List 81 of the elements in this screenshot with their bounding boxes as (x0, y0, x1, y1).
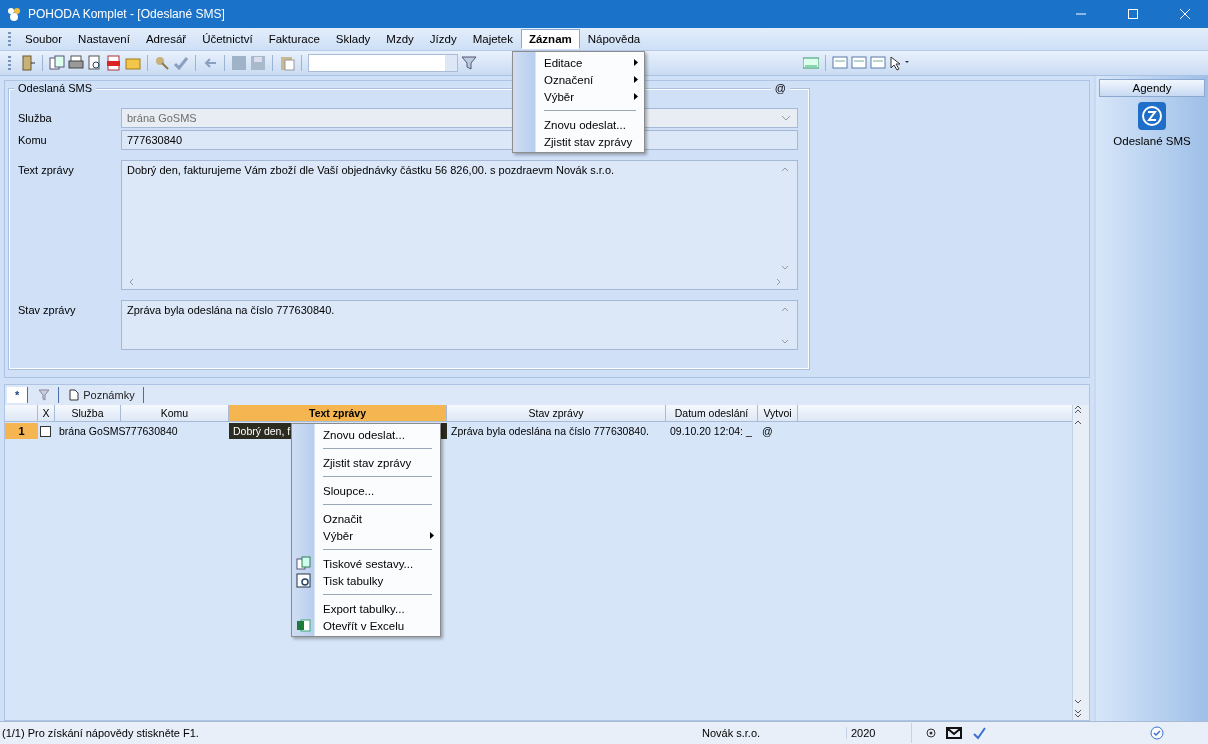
submenu-arrow-icon (634, 76, 638, 83)
door-icon[interactable] (20, 55, 36, 71)
notes-tab[interactable]: Poznámky (61, 387, 144, 403)
menu-item[interactable]: Tisk tabulky (292, 572, 440, 589)
folder-icon[interactable] (125, 55, 141, 71)
menu-item[interactable]: Sklady (327, 29, 379, 49)
menu-item[interactable]: Soubor (17, 29, 71, 49)
close-icon[interactable] (1180, 9, 1190, 19)
window-icon[interactable] (851, 55, 867, 71)
documents-icon[interactable] (49, 55, 65, 71)
submenu-arrow-icon (634, 59, 638, 66)
table-cell-text: Zpráva byla odeslána na číslo 777630840. (450, 424, 650, 439)
menu-item[interactable]: Zjistit stav zprávy (513, 133, 644, 150)
envelope-icon (946, 727, 962, 739)
comment-icon[interactable] (870, 55, 886, 71)
app-logo-icon (6, 6, 22, 22)
field-value: Zpráva byla odeslána na číslo 777630840. (127, 304, 335, 316)
menu-item[interactable]: Záznam (520, 29, 580, 49)
scroll-top-icon[interactable] (1073, 405, 1083, 415)
column-header[interactable]: Text zprávy (229, 405, 447, 421)
table-cell-text: 09.10.20 12:04: _ (669, 424, 753, 439)
help-icon[interactable] (889, 55, 911, 71)
menu-item[interactable]: Účetnictví (194, 29, 261, 49)
menu-item[interactable]: Adresář (137, 29, 195, 49)
print-preview-icon (296, 573, 311, 588)
table-cell-text: @ (761, 424, 774, 439)
menu-item[interactable]: Nastavení (70, 29, 138, 49)
accounting-year: 2020 (846, 727, 911, 739)
row-number: 1 (5, 423, 38, 439)
toolbar-combo-field[interactable] (308, 54, 458, 72)
menu-item[interactable]: Jízdy (421, 29, 465, 49)
new-record-tab[interactable]: * (7, 387, 29, 403)
status-message: (1/1) Pro získání nápovědy stiskněte F1. (1, 727, 200, 739)
maximize-icon[interactable] (1128, 9, 1138, 19)
menu-item[interactable]: Otevřít v Excelu (292, 617, 440, 634)
comment-icon[interactable] (832, 55, 848, 71)
field-label: Text zprávy (18, 163, 75, 178)
checkmark-icon[interactable] (173, 55, 189, 71)
menu-item[interactable]: Mzdy (378, 29, 422, 49)
column-header[interactable]: Stav zprávy (447, 405, 666, 421)
check-circle-icon (1150, 726, 1164, 740)
spreadsheet-icon (296, 618, 311, 633)
menu-item[interactable]: Fakturace (260, 29, 328, 49)
menu-item[interactable]: Výběr (513, 88, 644, 105)
column-header[interactable]: Služba (55, 405, 121, 421)
menu-item[interactable]: Označení (513, 71, 644, 88)
menu-item[interactable]: Výběr (292, 527, 440, 544)
menu-item[interactable]: Export tabulky... (292, 600, 440, 617)
agenda-header: Agendy (1099, 79, 1205, 97)
preview-icon[interactable] (87, 55, 103, 71)
menu-item[interactable]: Sloupce... (292, 482, 440, 499)
field-label: Služba (18, 111, 53, 126)
printer-icon[interactable] (68, 55, 84, 71)
field-value: Dobrý den, fakturujeme Vám zboží dle Vaší objednávky částku 56 826,00. s pozdraevm Novák s.r.o. (127, 164, 615, 176)
group-title: Odeslaná SMS (14, 82, 96, 94)
column-header[interactable]: Datum odeslání (666, 405, 758, 421)
menu-item[interactable]: Editace (513, 54, 644, 71)
field-value: 777630840 (127, 134, 183, 146)
scroll-bottom-icon[interactable] (1073, 708, 1083, 718)
window-title: POHODA Komplet - [Odeslané SMS] (28, 7, 226, 21)
column-header[interactable]: X (38, 405, 55, 421)
submenu-arrow-icon (430, 532, 434, 539)
field-label: Komu (18, 133, 48, 148)
column-header[interactable]: Vytvoi (758, 405, 798, 421)
menu-item[interactable]: Zjistit stav zprávy (292, 454, 440, 471)
submenu-arrow-icon (634, 93, 638, 100)
menu-item[interactable]: Majetek (464, 29, 521, 49)
menu-item[interactable]: Tiskové sestavy... (292, 555, 440, 572)
menu-item[interactable]: Označit (292, 510, 440, 527)
checkbox[interactable] (40, 426, 51, 437)
email-marker: @ (770, 82, 790, 94)
menu-item[interactable]: Nápověda (579, 29, 649, 49)
filter-icon[interactable] (38, 389, 51, 401)
text-area[interactable]: Dobrý den, fakturujeme Vám zboží dle Vaší objednávky částku 56 826,00. s pozdraevm Novák s.r.o. (121, 160, 798, 290)
filter-icon[interactable] (461, 55, 477, 71)
document-icon (69, 389, 80, 401)
reports-icon (296, 556, 311, 571)
field-label: Stav zprávy (18, 303, 77, 318)
company-name: Novák s.r.o. (702, 727, 762, 739)
clipboard-icon[interactable] (279, 55, 295, 71)
agenda-item[interactable]: Odeslané SMS (1113, 135, 1191, 147)
